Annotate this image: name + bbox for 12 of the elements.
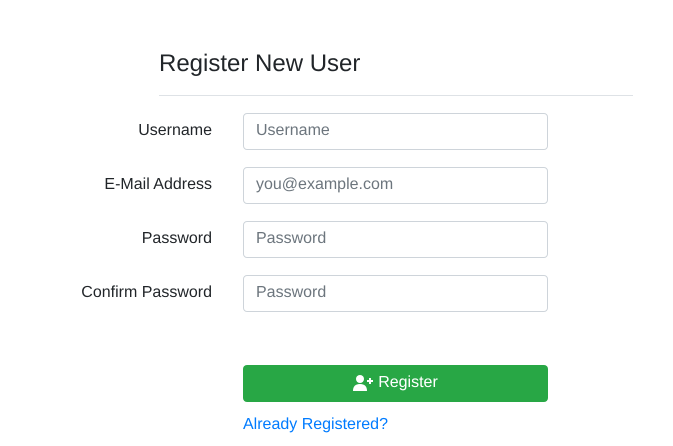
user-plus-icon (353, 375, 374, 392)
field-label: Password (140, 230, 212, 248)
input-field[interactable]: Password (243, 220, 548, 258)
page-title: Register New User (159, 50, 362, 79)
field-label: Username (137, 122, 212, 140)
register-button[interactable]: Register (243, 364, 548, 402)
field-label: Confirm Password (80, 284, 212, 302)
login-link[interactable]: Already Registered? (243, 416, 388, 434)
input-field[interactable]: you@example.com (243, 166, 548, 204)
input-field[interactable]: Password (243, 274, 548, 312)
input-field[interactable]: Username (243, 112, 548, 150)
field-label: E-Mail Address (103, 176, 212, 194)
